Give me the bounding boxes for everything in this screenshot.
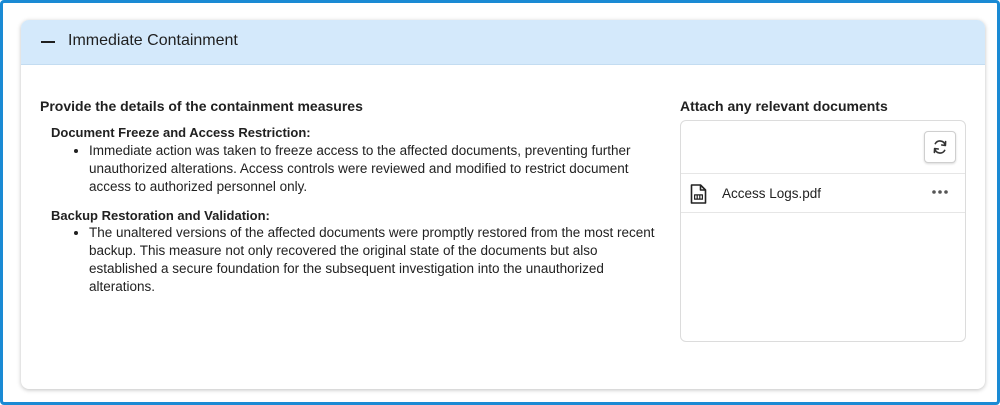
measure-bullet-list: Immediate action was taken to freeze acc…: [73, 142, 659, 196]
app-frame: Immediate Containment Provide the detail…: [0, 0, 1000, 405]
containment-panel: Immediate Containment Provide the detail…: [21, 20, 985, 389]
minus-icon[interactable]: [41, 41, 55, 43]
pdf-file-icon: [690, 184, 707, 204]
containment-heading: Provide the details of the containment m…: [40, 98, 363, 114]
more-options-button[interactable]: [927, 182, 953, 202]
attachments-heading: Attach any relevant documents: [680, 98, 888, 114]
panel-title: Immediate Containment: [68, 32, 238, 49]
refresh-button[interactable]: [924, 131, 956, 163]
file-name[interactable]: Access Logs.pdf: [722, 186, 821, 201]
measure-bullet: The unaltered versions of the affected d…: [89, 224, 659, 296]
measure-bullet-list: The unaltered versions of the affected d…: [73, 224, 659, 296]
file-row[interactable]: Access Logs.pdf: [681, 173, 965, 213]
attachments-box: Access Logs.pdf: [680, 120, 966, 342]
measure-bullet: Immediate action was taken to freeze acc…: [89, 142, 659, 196]
refresh-icon: [933, 140, 947, 154]
measure-title: Backup Restoration and Validation:: [51, 208, 270, 223]
panel-header[interactable]: Immediate Containment: [21, 20, 985, 65]
measure-title: Document Freeze and Access Restriction:: [51, 125, 311, 140]
more-horizontal-icon: [932, 190, 948, 194]
